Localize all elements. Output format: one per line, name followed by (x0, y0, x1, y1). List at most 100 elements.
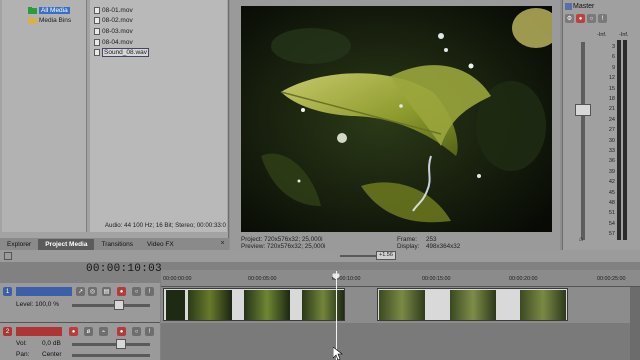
mute-icon[interactable]: ○ (132, 327, 141, 336)
tree-item-media-bins[interactable]: Media Bins (28, 16, 71, 25)
vol-slider-handle[interactable] (116, 339, 126, 349)
collapse-icon[interactable] (4, 252, 12, 260)
ruler-tick-label: 00:00:20:00 (509, 276, 538, 282)
level-label: Level: 100,0 % (16, 301, 60, 308)
master-title: Master (573, 3, 595, 10)
invert-phase-icon[interactable]: ø (84, 327, 93, 336)
vu-scale-label: 27 (608, 127, 615, 134)
level-slider-handle[interactable] (114, 300, 124, 310)
track-number: 1 (3, 287, 12, 296)
media-file-list: 08-01.mov 08-02.mov 08-03.mov 08-04.mov … (90, 0, 227, 232)
audio-track-header[interactable]: 2 ● ø ⌁ ● ○ ! Vol: 0,0 dB Pan: Center (0, 323, 160, 360)
bus-icon (565, 3, 572, 10)
vu-scale-label: 33 (608, 148, 615, 154)
ruler-tick-label: 00:00:15:00 (422, 276, 451, 282)
composite-icon[interactable]: ▤ (102, 287, 111, 296)
solo-icon[interactable]: ! (145, 287, 154, 296)
vu-scale-label: 48 (608, 200, 615, 206)
vu-meter-left (617, 40, 621, 240)
tree-item-label: Media Bins (39, 17, 72, 24)
peak-left: -Inf. (597, 32, 607, 38)
fader-track (581, 42, 585, 240)
vu-scale-label: 39 (608, 168, 615, 175)
vu-scale-label: 12 (608, 75, 615, 82)
tree-item-label: All Media (39, 7, 70, 14)
lock-icon[interactable]: ⌂ (579, 236, 583, 243)
media-file-item[interactable]: 08-02.mov (94, 16, 133, 25)
mute-icon[interactable]: ○ (132, 287, 141, 296)
master-controls: ⚙ ● ○ ! (565, 14, 607, 23)
tab-explorer[interactable]: Explorer (0, 239, 38, 250)
vol-slider-track[interactable] (72, 343, 150, 346)
tab-project-media[interactable]: Project Media (38, 239, 95, 250)
track-fx-icon[interactable]: ● (117, 287, 126, 296)
vu-scale-label: 6 (611, 54, 615, 61)
video-event[interactable] (377, 288, 568, 321)
tab-video-fx[interactable]: Video FX (140, 239, 181, 250)
vu-meter-right (623, 40, 627, 240)
vu-scale-label: 54 (608, 220, 615, 227)
close-icon[interactable]: × (218, 239, 227, 248)
solo-icon[interactable]: ! (145, 327, 154, 336)
folder-icon (28, 7, 37, 14)
pan-slider-track[interactable] (72, 354, 150, 357)
fx-icon[interactable]: ◎ (88, 287, 97, 296)
time-ruler[interactable]: 00:00:00:00 00:00:05:00 00:00:10:00 00:0… (161, 270, 640, 287)
vu-scale-label: 45 (608, 189, 615, 196)
media-file-item[interactable]: 08-01.mov (94, 6, 133, 15)
arm-record-icon[interactable]: ● (69, 327, 78, 336)
tracks-area[interactable] (161, 271, 640, 360)
motion-icon[interactable]: ↗ (76, 287, 85, 296)
properties-icon[interactable]: ⚙ (565, 14, 574, 23)
file-label: 08-04.mov (102, 39, 133, 46)
media-tree: All Media Media Bins (2, 0, 87, 232)
video-preview-frame (241, 6, 552, 232)
file-icon (94, 17, 100, 24)
media-file-item[interactable]: Sound_08.wav (94, 48, 150, 57)
tree-item-all-media[interactable]: All Media (28, 6, 70, 15)
media-file-item[interactable]: 08-03.mov (94, 27, 133, 36)
file-icon (94, 39, 100, 46)
window-tabs: Explorer Project Media Transitions Video… (0, 238, 229, 250)
video-track-name-bar[interactable] (16, 287, 72, 296)
fx-icon[interactable]: ● (576, 14, 585, 23)
video-event[interactable] (163, 288, 345, 321)
vu-scale-label: 3 (611, 44, 615, 50)
mute-icon[interactable]: ○ (587, 14, 596, 23)
peak-right: -Inf. (619, 32, 629, 38)
automation-icon[interactable]: ⌁ (99, 327, 108, 336)
master-fader-handle[interactable] (575, 104, 591, 116)
solo-icon[interactable]: ! (598, 14, 607, 23)
vu-scale-label: 21 (608, 106, 615, 113)
vu-scale-label: 42 (608, 179, 615, 186)
audio-track-name-bar[interactable] (16, 327, 62, 336)
vu-scale-label: 9 (611, 64, 615, 71)
vol-label: Vol: (16, 340, 27, 347)
track-fx-icon[interactable]: ● (117, 327, 126, 336)
track-number: 2 (3, 327, 12, 336)
file-icon (94, 7, 100, 14)
pan-value: Center (42, 351, 62, 358)
vu-scale-label: 36 (608, 158, 615, 165)
rate-badge: +1.56 (376, 251, 396, 260)
file-label: 08-03.mov (102, 28, 133, 35)
mouse-cursor-icon (333, 347, 343, 360)
level-slider-track[interactable] (72, 304, 150, 307)
vu-scale-label: 24 (608, 116, 615, 123)
file-label: 08-02.mov (102, 17, 133, 24)
tab-transitions[interactable]: Transitions (94, 239, 140, 250)
vu-scale-label: 18 (608, 96, 615, 102)
master-bus-panel: Master ⚙ ● ○ ! -Inf. -Inf. ⌂ 3 6 9 12 15 18 21… (562, 0, 640, 250)
audio-track-lane[interactable] (161, 323, 640, 360)
timeline-vertical-scrollbar[interactable] (630, 287, 640, 360)
pan-label: Pan: (16, 351, 30, 358)
display-label: Display: (397, 243, 420, 250)
media-file-item[interactable]: 08-04.mov (94, 38, 133, 47)
vu-scale-label: 57 (608, 231, 615, 238)
vu-scale-label: 51 (608, 210, 615, 217)
vu-scale-label: 30 (608, 137, 615, 144)
video-track-header[interactable]: 1 ↗ ◎ ▤ ● ○ ! Level: 100,0 % (0, 283, 160, 323)
frame-value: 253 (426, 236, 437, 243)
rate-slider-track[interactable] (340, 255, 376, 257)
ruler-tick-label: 00:00:00:00 (163, 276, 192, 282)
